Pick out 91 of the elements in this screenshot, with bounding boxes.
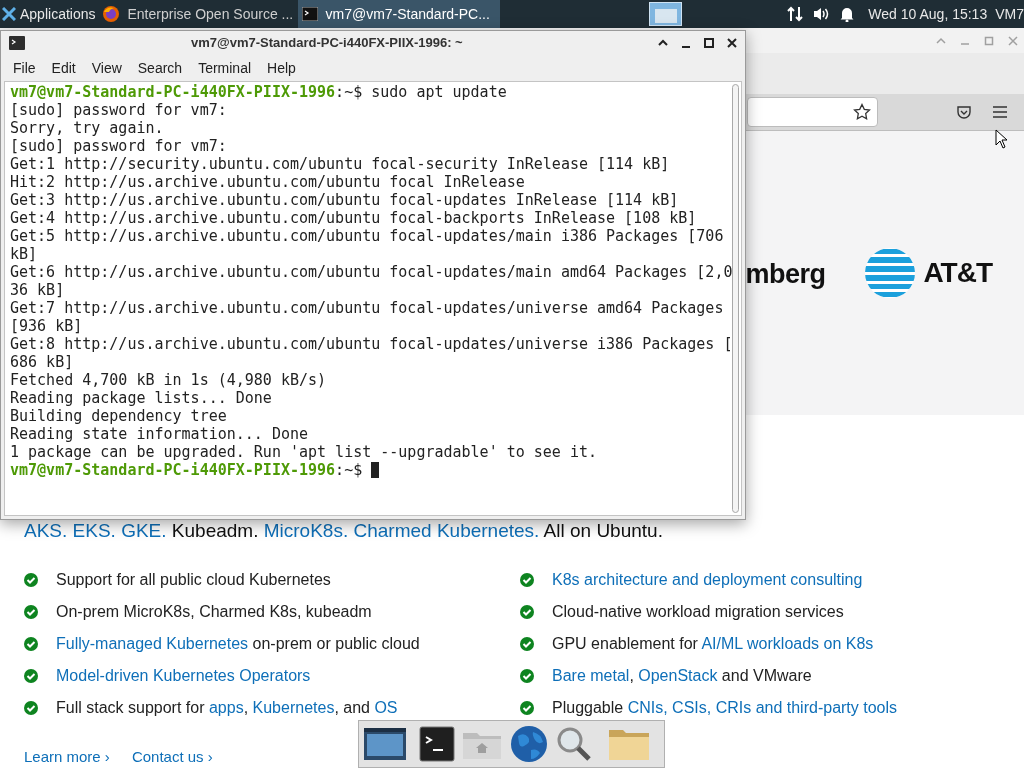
- output-line: Get:7 http://us.archive.ubuntu.com/ubuntu focal-updates/universe amd64 Packages: [10, 299, 724, 317]
- menu-icon[interactable]: [992, 105, 1008, 120]
- feature-text: Fully-managed Kubernetes on-prem or public cloud: [56, 633, 420, 654]
- feature-text: Support for all public cloud Kubernetes: [56, 569, 331, 590]
- shell-prompt: vm7@vm7-Standard-PC-i440FX-PIIX-1996: [10, 83, 336, 101]
- company-logo: AT&T: [923, 255, 992, 290]
- link[interactable]: CNIs, CSIs, CRIs and third-party tools: [627, 698, 898, 716]
- headline: AKS. EKS. GKE. Kubeadm. MicroK8s. Charmed Kubernetes. All on Ubuntu.: [24, 518, 664, 543]
- globe-icon[interactable]: [509, 724, 549, 764]
- company-logo: mberg: [745, 258, 826, 292]
- feature-text: Full stack support for apps, Kubernetes, and OS: [56, 697, 398, 718]
- feature-text: On-prem MicroK8s, Charmed K8s, kubeadm: [56, 601, 372, 622]
- check-icon: [24, 700, 38, 715]
- task-button[interactable]: Enterprise Open Source ...: [97, 0, 298, 28]
- pocket-icon[interactable]: [956, 104, 972, 121]
- check-icon: [520, 668, 534, 683]
- check-icon: [520, 572, 534, 587]
- output-line: Get:8 http://us.archive.ubuntu.com/ubuntu focal-updates/universe i386 Packages [: [10, 335, 733, 353]
- volume-icon[interactable]: [812, 6, 831, 22]
- magnifier-icon[interactable]: [555, 725, 593, 763]
- close-button[interactable]: [725, 36, 739, 50]
- output-line: Reading package lists... Done: [10, 389, 272, 407]
- output-line: Get:6 http://us.archive.ubuntu.com/ubuntu focal-updates/main amd64 Packages [2,0: [10, 263, 733, 281]
- output-line: 686 kB]: [10, 353, 74, 371]
- link[interactable]: OS: [374, 698, 398, 716]
- link[interactable]: OpenStack: [638, 666, 718, 684]
- output-line: 36 kB]: [10, 281, 65, 299]
- link[interactable]: Fully-managed Kubernetes: [56, 634, 249, 652]
- link[interactable]: Learn more ›: [24, 745, 110, 768]
- shell-command: :~$: [335, 461, 364, 479]
- output-line: [sudo] password for vm7:: [10, 101, 227, 119]
- network-icon[interactable]: [786, 5, 805, 23]
- output-line: Sorry, try again.: [10, 119, 164, 137]
- terminal-icon: [9, 36, 25, 50]
- menu-item[interactable]: View: [83, 57, 130, 79]
- address-field[interactable]: [747, 97, 878, 128]
- menu-item[interactable]: Terminal: [190, 57, 260, 79]
- shell-prompt: vm7@vm7-Standard-PC-i440FX-PIIX-1996: [10, 461, 336, 479]
- link[interactable]: apps: [208, 698, 244, 716]
- shell-command: :~$ sudo apt update: [335, 83, 507, 101]
- link[interactable]: K8s architecture and deployment consulting: [552, 570, 863, 588]
- link[interactable]: Bare metal: [552, 666, 630, 684]
- check-icon: [24, 604, 38, 619]
- star-icon[interactable]: [853, 103, 871, 122]
- menu-item[interactable]: Search: [129, 57, 191, 79]
- output-line: [936 kB]: [10, 317, 83, 335]
- output-line: Get:4 http://us.archive.ubuntu.com/ubuntu focal-backports InRelease [108 kB]: [10, 209, 697, 227]
- output-line: Hit:2 http://us.archive.ubuntu.com/ubuntu focal InRelease: [10, 173, 525, 191]
- feature-text: Pluggable CNIs, CSIs, CRIs and third-party tools: [552, 697, 898, 718]
- link[interactable]: Kubernetes: [252, 698, 335, 716]
- menu-item[interactable]: Help: [259, 57, 304, 79]
- terminal-icon[interactable]: [419, 726, 455, 762]
- applications-menu[interactable]: Applications: [0, 0, 98, 28]
- firefox-icon: [101, 5, 120, 23]
- workspace-switcher[interactable]: [649, 2, 683, 26]
- menu-item[interactable]: Edit: [43, 57, 84, 79]
- clock[interactable]: Wed 10 Aug, 15:13: [868, 3, 988, 25]
- x-logo-icon: [2, 7, 16, 21]
- feature-text: Cloud-native workload migration services: [552, 601, 844, 622]
- feature-text: Bare metal, OpenStack and VMware: [552, 665, 812, 686]
- output-line: [sudo] password for vm7:: [10, 137, 227, 155]
- feature-text: GPU enablement for AI/ML workloads on K8s: [552, 633, 874, 654]
- output-line: Building dependency tree: [10, 407, 227, 425]
- check-icon: [520, 604, 534, 619]
- output-line: Reading state information... Done: [10, 425, 308, 443]
- menu-label: Applications: [20, 4, 96, 24]
- maximize-button[interactable]: [702, 36, 716, 50]
- link[interactable]: AI/ML workloads on K8s: [701, 634, 874, 652]
- check-icon: [520, 700, 534, 715]
- user-name[interactable]: VM7: [995, 3, 1024, 25]
- window-title: vm7@vm7-Standard-PC-i440FX-PIIX-1996: ~: [191, 34, 463, 53]
- check-icon: [24, 572, 38, 587]
- link[interactable]: Model-driven Kubernetes Operators: [56, 666, 311, 684]
- output-line: kB]: [10, 245, 38, 263]
- link[interactable]: Contact us ›: [131, 745, 213, 768]
- output-line: Get:3 http://us.archive.ubuntu.com/ubuntu focal-updates InRelease [114 kB]: [10, 191, 679, 209]
- terminal-icon: [301, 7, 318, 21]
- menu-item[interactable]: File: [5, 57, 44, 79]
- task-button[interactable]: vm7@vm7-Standard-PC...: [297, 0, 500, 28]
- link[interactable]: MicroK8s. Charmed Kubernetes.: [263, 519, 540, 541]
- link[interactable]: AKS. EKS. GKE.: [24, 519, 167, 541]
- desktop-icon[interactable]: [363, 726, 407, 762]
- scrollbar[interactable]: [732, 84, 739, 513]
- output-line: Get:1 http://security.ubuntu.com/ubuntu focal-security InRelease [114 kB]: [10, 155, 670, 173]
- bell-icon[interactable]: [840, 6, 855, 22]
- output-line: Fetched 4,700 kB in 1s (4,980 kB/s): [10, 371, 327, 389]
- check-icon: [520, 636, 534, 651]
- check-icon: [24, 636, 38, 651]
- check-icon: [24, 668, 38, 683]
- output-line: Get:5 http://us.archive.ubuntu.com/ubuntu focal-updates/main i386 Packages [706: [10, 227, 724, 245]
- output-line: 1 package can be upgraded. Run 'apt list --upgradable' to see it.: [10, 443, 597, 461]
